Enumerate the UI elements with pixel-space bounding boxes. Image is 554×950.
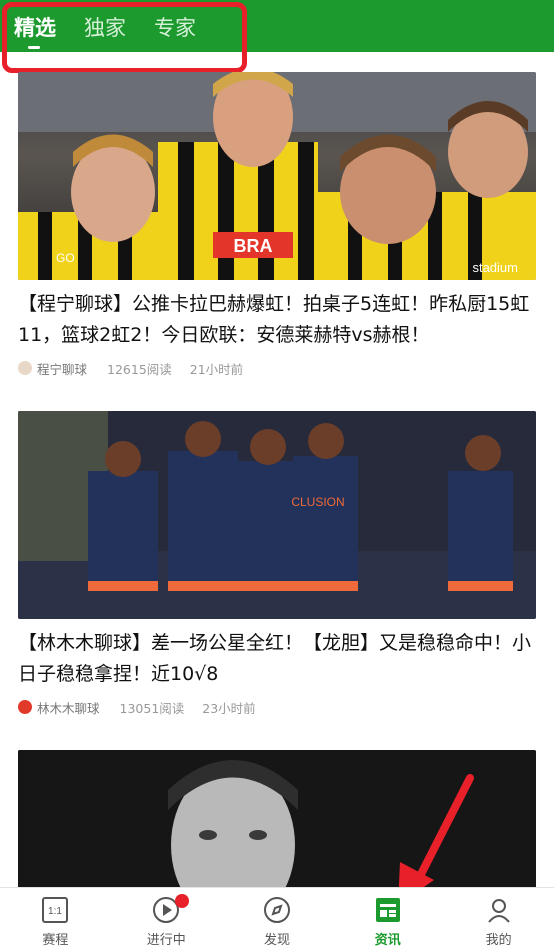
news-card[interactable]: CLUSION 【林木木聊球】差一场公星全红！【龙胆】又是稳稳命中！小日子稳稳拿…	[18, 411, 536, 716]
profile-icon	[487, 899, 510, 923]
author-name[interactable]: 程宁聊球	[37, 359, 87, 378]
bottom-navigation: 1:1 赛程 进行中 发现 资讯 我的	[0, 887, 554, 950]
schedule-icon: 1:1	[42, 897, 69, 923]
news-card-meta: 程宁聊球 12615阅读 21小时前	[18, 359, 536, 377]
nav-discover-label: 发现	[263, 933, 290, 948]
nav-schedule[interactable]: 1:1 赛程	[0, 888, 111, 950]
nav-profile[interactable]: 我的	[443, 888, 554, 950]
nav-live[interactable]: 进行中	[111, 888, 222, 950]
publish-time: 21小时前	[189, 361, 244, 377]
nav-live-label: 进行中	[146, 933, 186, 948]
compass-icon	[263, 897, 290, 923]
jersey-brand-text: GO	[56, 251, 75, 265]
publish-time: 23小时前	[202, 700, 256, 716]
news-card[interactable]	[18, 750, 536, 890]
annotation-highlight-box	[2, 2, 247, 73]
football-celebration-photo: BRA stadium GO	[18, 72, 536, 280]
news-card-title[interactable]: 【林木木聊球】差一场公星全红！【龙胆】又是稳稳命中！小日子稳稳拿捏！近10√8	[18, 628, 536, 690]
news-card-meta: 林木木聊球 13051阅读 23小时前	[18, 698, 536, 716]
nav-schedule-label: 赛程	[42, 933, 69, 948]
jersey-sponsor-text: BRA	[234, 236, 273, 256]
read-count: 13051阅读	[119, 700, 185, 716]
author-avatar[interactable]	[18, 700, 32, 714]
svg-text:1:1: 1:1	[48, 906, 62, 917]
nav-profile-label: 我的	[485, 933, 512, 948]
news-card-image: BRA stadium GO	[18, 72, 536, 280]
live-badge-icon	[174, 894, 189, 908]
nav-discover[interactable]: 发现	[222, 888, 333, 950]
news-card-title[interactable]: 【程宁聊球】公推卡拉巴赫爆虹！拍桌子5连虹！昨私厨15虹11，篮球2虹2！今日欧…	[18, 289, 536, 351]
news-card-image	[18, 750, 536, 890]
read-count: 12615阅读	[107, 361, 172, 377]
football-celebration-photo: CLUSION	[18, 411, 536, 619]
author-name[interactable]: 林木木聊球	[37, 698, 100, 717]
nav-news-label: 资讯	[374, 933, 401, 948]
news-icon	[375, 898, 400, 922]
jersey-sleeve-text: stadium	[472, 260, 518, 275]
author-avatar[interactable]	[18, 361, 32, 375]
jersey-sponsor-text: CLUSION	[291, 495, 344, 509]
news-card[interactable]: BRA stadium GO 【程宁聊球】公推卡拉巴赫爆虹！拍桌子5连虹！昨私厨…	[18, 72, 536, 377]
news-card-image: CLUSION	[18, 411, 536, 619]
nav-news[interactable]: 资讯	[332, 888, 443, 950]
player-portrait-photo	[18, 750, 536, 890]
